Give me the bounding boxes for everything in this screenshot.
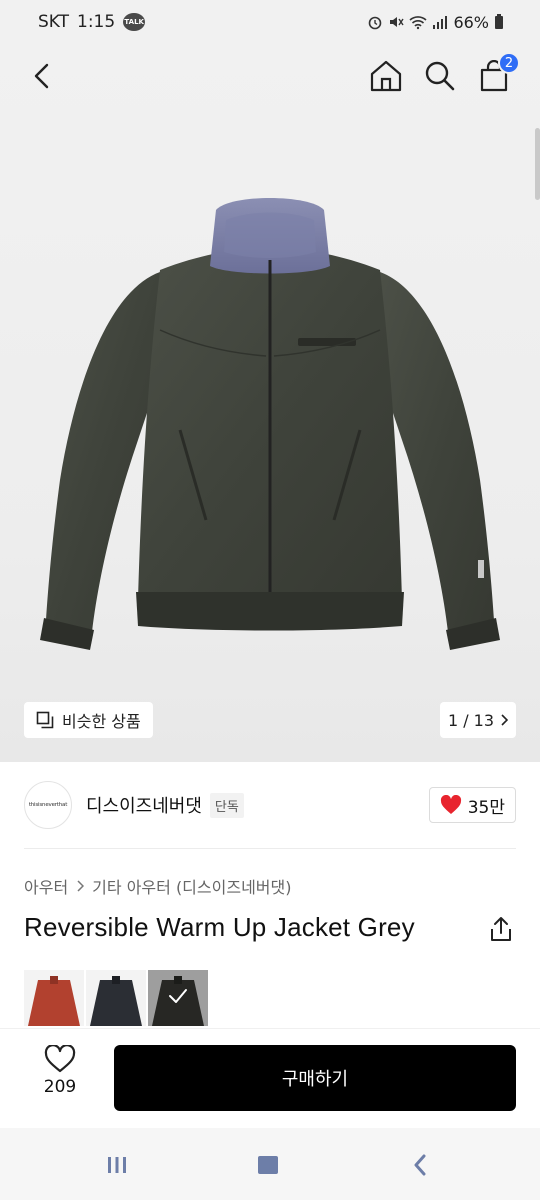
wishlist-button[interactable]: 209 [30, 1045, 90, 1115]
breadcrumb: 아우터 기타 아우터 (디스이즈네버댓) [24, 874, 291, 898]
home-system-button[interactable] [248, 1150, 288, 1180]
share-button[interactable] [486, 914, 516, 944]
color-option-red[interactable] [24, 970, 84, 1026]
similar-products-label: 비슷한 상품 [62, 712, 141, 731]
back-arrow-icon [34, 63, 49, 89]
home-button[interactable] [366, 56, 406, 96]
color-option-black[interactable] [86, 970, 146, 1026]
checkmark-icon [169, 989, 187, 1003]
search-icon [425, 61, 455, 91]
search-button[interactable] [420, 56, 460, 96]
recent-apps-icon [108, 1157, 126, 1173]
brand-name[interactable]: 디스이즈네버댓 [86, 792, 202, 818]
color-option-grey[interactable] [148, 970, 208, 1026]
top-navigation: 2 [0, 44, 540, 108]
scroll-indicator [535, 128, 540, 200]
system-navigation-bar [0, 1128, 540, 1200]
back-system-button[interactable] [400, 1150, 440, 1180]
battery-percent: 66% [453, 12, 489, 32]
divider [24, 848, 516, 849]
purchase-bar: 209 구매하기 [0, 1028, 540, 1128]
chevron-right-icon [501, 714, 509, 726]
chevron-right-icon [77, 880, 85, 892]
mute-icon [390, 17, 405, 27]
brand-like-button[interactable]: 35만 [428, 787, 516, 823]
swatch-jacket-black [90, 976, 142, 1026]
product-image [40, 198, 500, 650]
recent-apps-button[interactable] [97, 1150, 137, 1180]
heart-outline-icon [44, 1045, 76, 1073]
share-icon [491, 917, 511, 941]
breadcrumb-subcategory[interactable]: 기타 아우터 (디스이즈네버댓) [92, 874, 291, 898]
status-bar: SKT 1:15 TALK 66% [0, 0, 540, 44]
product-image-gallery[interactable]: 2 비슷한 상품 1 / 13 [0, 44, 540, 762]
back-button[interactable] [22, 56, 62, 96]
alarm-icon [369, 16, 382, 30]
cart-button[interactable]: 2 [474, 52, 520, 96]
wishlist-count: 209 [43, 1077, 77, 1097]
color-options [24, 970, 208, 1026]
similar-products-button[interactable]: 비슷한 상품 [24, 702, 153, 738]
back-chevron-icon [414, 1154, 426, 1176]
product-title: Reversible Warm Up Jacket Grey [24, 912, 415, 942]
home-icon [370, 60, 402, 92]
image-pager[interactable]: 1 / 13 [440, 702, 516, 738]
wifi-icon [409, 16, 427, 30]
signal-icon [433, 16, 448, 29]
exclusive-badge: 단독 [209, 792, 244, 818]
home-square-icon [258, 1156, 278, 1174]
clock: 1:15 [77, 12, 116, 32]
heart-filled-icon [440, 795, 461, 814]
similar-items-icon [36, 711, 54, 729]
carrier-label: SKT [38, 12, 70, 32]
breadcrumb-category[interactable]: 아우터 [24, 874, 68, 898]
brand-like-count: 35만 [467, 797, 505, 818]
swatch-jacket-red [28, 976, 80, 1026]
kakaotalk-notification-icon: TALK [123, 13, 146, 31]
buy-button-label: 구매하기 [281, 1069, 349, 1090]
brand-row: thisisneverthat 디스이즈네버댓 단독 35만 [0, 762, 540, 848]
cart-count-badge: 2 [498, 52, 520, 74]
image-counter: 1 / 13 [447, 710, 495, 730]
buy-button[interactable]: 구매하기 [114, 1045, 516, 1111]
battery-icon [495, 14, 503, 29]
brand-logo[interactable]: thisisneverthat [24, 781, 72, 829]
